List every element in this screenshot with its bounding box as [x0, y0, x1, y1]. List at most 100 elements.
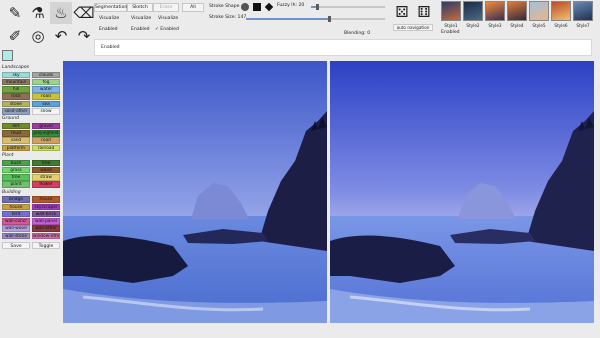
palette-label-window-other[interactable]: window-other: [32, 232, 60, 240]
sketch-button[interactable]: Sketch: [127, 3, 153, 12]
status-enabled-label: Enabled: [101, 45, 120, 50]
style-thumbnail[interactable]: [441, 1, 461, 21]
palette-label-wall-concr[interactable]: wall-concr: [2, 218, 30, 225]
palette-label-road[interactable]: road: [32, 93, 60, 100]
palette-label-snow[interactable]: snow: [32, 108, 60, 115]
palette-label-water[interactable]: water: [32, 86, 60, 93]
output-image: [330, 61, 594, 323]
palette-label-rock[interactable]: rock: [2, 93, 30, 100]
fuzzy-slider[interactable]: [311, 4, 385, 10]
palette-section-title: Plant: [2, 153, 14, 158]
stroke-size-slider[interactable]: [246, 16, 385, 22]
visualize-style-label[interactable]: Visualize: [158, 16, 178, 22]
palette-label-flower[interactable]: flower: [32, 181, 60, 188]
style-enabled-label[interactable]: Enabled: [441, 30, 460, 36]
fill-bucket-tool-icon[interactable]: ♨: [50, 2, 72, 24]
auto-navigation-button[interactable]: auto navigation: [393, 24, 433, 31]
toggle-button[interactable]: Toggle: [32, 242, 60, 249]
sketch-enabled-checkbox[interactable]: Enabled: [131, 27, 150, 33]
segmentation-canvas[interactable]: [63, 61, 327, 323]
palette-label-playingfield[interactable]: playingfield: [32, 130, 60, 137]
brush-tool-icon[interactable]: ✐: [4, 25, 26, 47]
palette-label-tent[interactable]: tent: [2, 210, 30, 218]
palette-label-tree[interactable]: tree: [2, 174, 30, 181]
fuzzy-label: Fuzzy lh: 20: [277, 3, 305, 8]
palette-label-sand[interactable]: sand: [2, 137, 30, 144]
palette-label-wood[interactable]: wood: [32, 166, 60, 174]
palette-label-tree[interactable]: tree: [32, 159, 60, 166]
palette-section-title: Building: [2, 189, 21, 195]
palette-label-wall-other[interactable]: wall-other: [32, 225, 60, 232]
save-button[interactable]: Save: [2, 242, 30, 249]
selected-color-swatch[interactable]: [2, 50, 13, 61]
style-thumbnail[interactable]: [463, 1, 483, 21]
input-image: [63, 61, 327, 323]
style-thumbnail[interactable]: [529, 1, 549, 21]
eraser-tool-icon[interactable]: ⌫: [73, 2, 95, 24]
swirl-tool-icon[interactable]: ◎: [27, 25, 49, 47]
palette-label-sky[interactable]: sky: [2, 71, 30, 78]
palette-label-mud[interactable]: mud: [2, 130, 30, 137]
all-button[interactable]: All: [182, 3, 204, 12]
style-thumbnail-label: Style4: [510, 23, 524, 28]
palette-label-railroad[interactable]: railroad: [32, 144, 60, 152]
style-thumbnail-label: Style2: [466, 23, 480, 28]
palette-label-house[interactable]: house: [2, 203, 30, 210]
palette-label-dirt[interactable]: dirt: [2, 122, 30, 130]
dice-icon[interactable]: ⚄: [392, 3, 412, 21]
blending-label: Blending: 0: [344, 31, 371, 36]
visualize-segmentation-label[interactable]: Visualize: [99, 16, 119, 22]
palette-label-wall-stone[interactable]: wall-stone: [2, 232, 30, 240]
palette-label-sea[interactable]: sea: [32, 100, 60, 108]
palette-label-gravel[interactable]: gravel: [32, 122, 60, 130]
erase-button[interactable]: Erase: [153, 3, 179, 12]
random-style-icon[interactable]: ⚅: [414, 3, 434, 21]
style-enabled-checkbox[interactable]: ✓ Enabled: [155, 27, 179, 33]
stroke-shape-label: Stroke Shape: [209, 4, 240, 9]
output-canvas: [330, 61, 594, 323]
palette-label-plant[interactable]: plant: [2, 181, 30, 188]
palette-label-hill[interactable]: hill: [2, 86, 30, 93]
diamond-shape-icon[interactable]: [264, 2, 274, 12]
palette-label-mountain[interactable]: mountain: [2, 78, 30, 86]
circle-shape-icon[interactable]: [241, 3, 249, 11]
style-thumbnail-label: Style7: [576, 23, 590, 28]
visualize-sketch-label[interactable]: Visualize: [131, 16, 151, 22]
palette-label-bush[interactable]: bush: [2, 159, 30, 166]
style-thumbnail[interactable]: [507, 1, 527, 21]
undo-tool-icon[interactable]: ↶: [50, 25, 72, 47]
stroke-size-slider-fill: [246, 18, 329, 20]
palette-label-platform[interactable]: platform: [2, 144, 30, 152]
stroke-size-slider-knob[interactable]: [328, 16, 331, 22]
palette-section-title: Landscapes: [2, 65, 30, 70]
palette-label-skyscraper[interactable]: skyscraper: [32, 203, 60, 210]
segmentation-button[interactable]: Segmentation: [94, 3, 127, 12]
redo-tool-icon[interactable]: ↷: [73, 25, 95, 47]
palette-label-bridge[interactable]: bridge: [2, 196, 30, 203]
style-thumbnail[interactable]: [485, 1, 505, 21]
palette-label-solid-other[interactable]: solid-other: [2, 108, 30, 115]
palette-label-stone[interactable]: stone: [2, 100, 30, 108]
square-shape-icon[interactable]: [253, 3, 261, 11]
palette-label-wall-panel[interactable]: wall-panel: [32, 218, 60, 225]
style-thumbnail[interactable]: [573, 1, 593, 21]
palette-label-straw[interactable]: straw: [32, 174, 60, 181]
pen-tool-icon[interactable]: ✎: [4, 2, 26, 24]
style-thumbnail-label: Style5: [532, 23, 546, 28]
palette-label-wall-wood[interactable]: wall-wood: [2, 225, 30, 232]
palette-label-clouds[interactable]: clouds: [32, 71, 60, 78]
palette-label-wall-brick[interactable]: wall-brick: [32, 210, 60, 218]
palette-label-grass[interactable]: grass: [2, 166, 30, 174]
stroke-size-label: Stroke Size: 147: [209, 15, 247, 20]
pipette-tool-icon[interactable]: ⚗: [27, 2, 49, 24]
segmentation-enabled-checkbox[interactable]: Enabled: [99, 27, 118, 33]
palette-label-house[interactable]: house: [32, 196, 60, 203]
fuzzy-slider-knob[interactable]: [316, 4, 319, 10]
palette-label-road[interactable]: road: [32, 137, 60, 144]
status-bar: Enabled: [94, 39, 592, 56]
style-thumbnail[interactable]: [551, 1, 571, 21]
blending-slider[interactable]: [200, 35, 340, 37]
style-thumbnail-label: Style6: [554, 23, 568, 28]
palette-label-fog[interactable]: fog: [32, 78, 60, 86]
style-thumbnail-label: Style1: [444, 23, 458, 28]
